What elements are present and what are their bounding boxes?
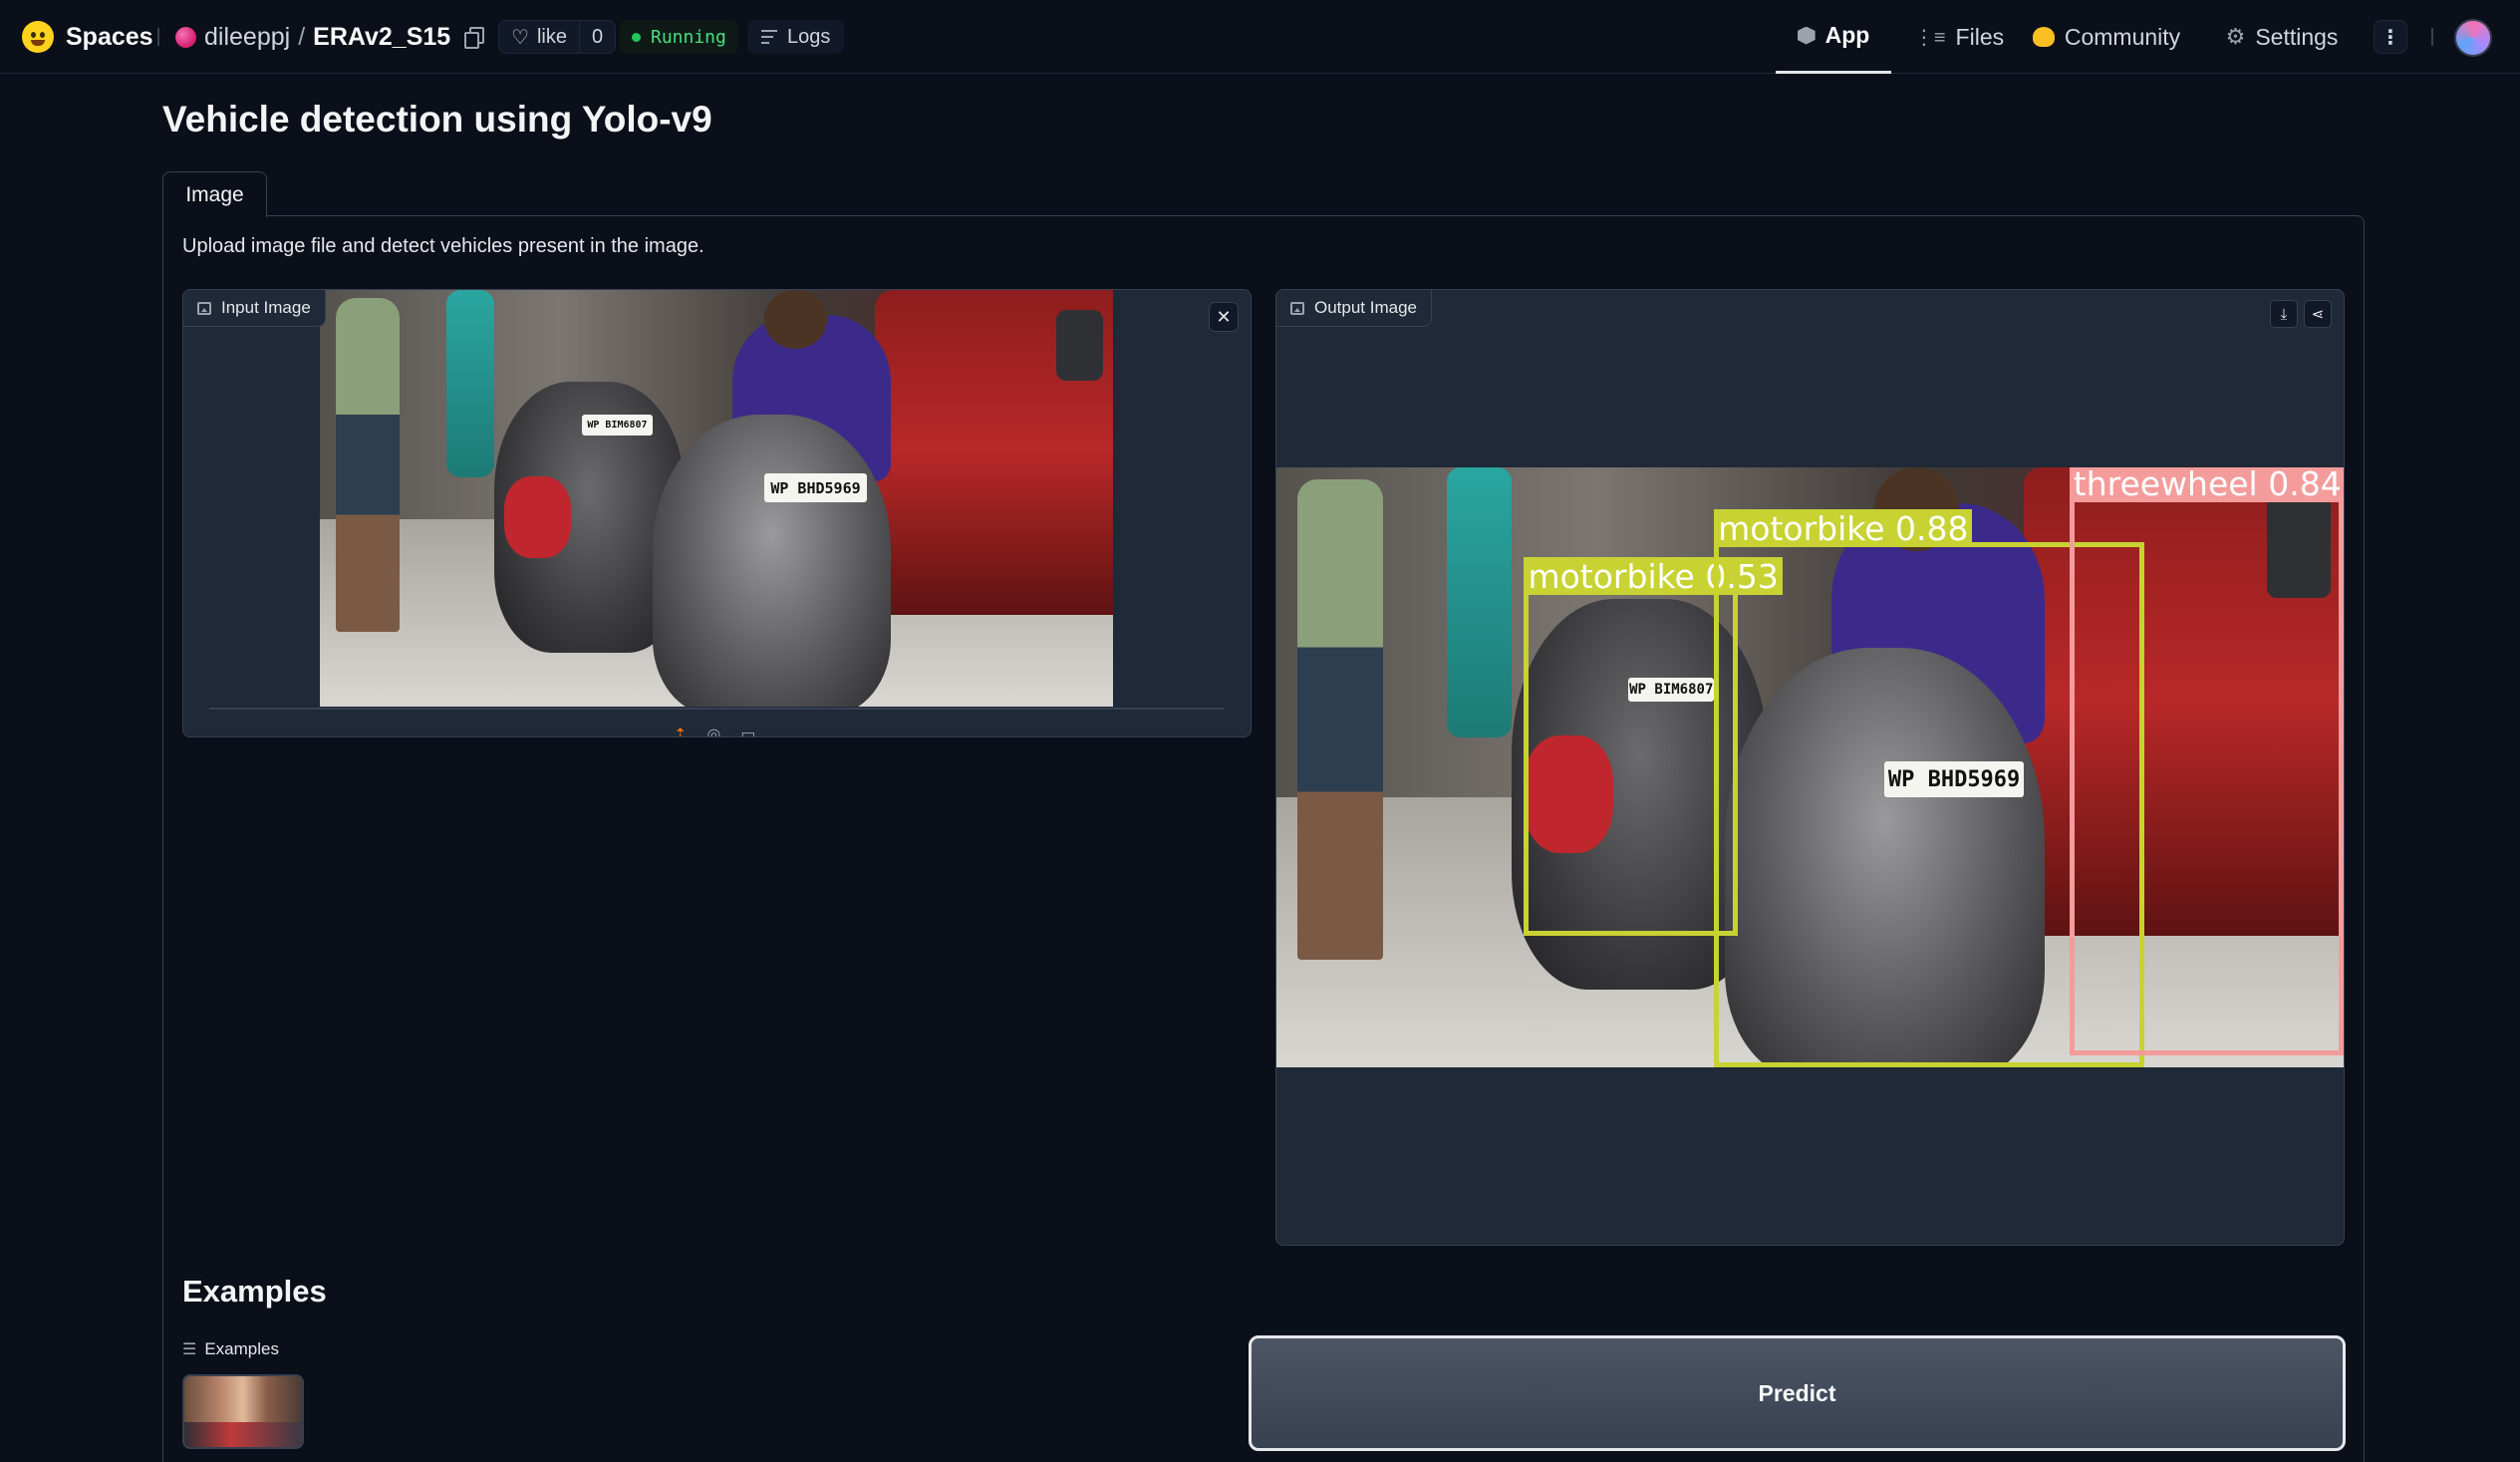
output-image-preview: WP BHD5969 WP BIM6807 motorbike 0.53 mot…	[1276, 467, 2344, 1067]
tab-community[interactable]: Community	[2027, 0, 2186, 74]
share-icon: ⋖	[2311, 306, 2325, 323]
breadcrumb-separator: /	[298, 22, 306, 51]
cube-icon	[1797, 26, 1816, 45]
examples-label: ☰ Examples	[182, 1339, 279, 1359]
status-badge[interactable]: Running	[620, 20, 738, 54]
like-label: like	[536, 25, 567, 48]
top-navigation-bar: Spaces dileeppj / ERAv2_S15 ♡ like 0 Runn…	[0, 0, 2520, 74]
tab-app-label: App	[1824, 22, 1870, 48]
tab-app[interactable]: App	[1776, 0, 1891, 74]
logs-label: Logs	[787, 25, 831, 48]
tab-community-label: Community	[2064, 23, 2181, 50]
more-icon: ⋮	[2380, 26, 2400, 49]
gear-icon: ⚙	[2225, 24, 2246, 49]
detection-box-motorbike: motorbike 0.53	[1524, 557, 1783, 936]
tab-files-label: Files	[1955, 23, 2005, 50]
status-label: Running	[651, 26, 726, 48]
owner-avatar	[175, 26, 196, 48]
spaces-home-link[interactable]: Spaces	[22, 20, 153, 54]
user-avatar[interactable]	[2454, 19, 2492, 57]
license-plate: WP BHD5969	[763, 472, 868, 503]
status-dot-icon	[632, 32, 641, 42]
detection-label: motorbike 0.88	[1714, 509, 1973, 548]
output-image-label-text: Output Image	[1314, 298, 1418, 317]
divider	[209, 708, 1225, 710]
input-image-label-text: Input Image	[221, 298, 311, 317]
image-icon	[1290, 301, 1304, 315]
output-image-component: Output Image ⤓ ⋖ WP BHD5969 WP BIM6807 m…	[1275, 289, 2345, 1246]
tab-settings-label: Settings	[2255, 23, 2339, 50]
examples-heading: Examples	[182, 1274, 327, 1309]
predict-button[interactable]: Predict	[1249, 1335, 2346, 1451]
download-icon: ⤓	[2280, 305, 2288, 323]
list-icon: ☰	[182, 1341, 197, 1358]
copy-icon[interactable]	[464, 27, 485, 49]
repo-breadcrumb: dileeppj / ERAv2_S15	[175, 20, 485, 54]
input-image-component[interactable]: Input Image ✕ WP BHD5969 WP BIM6807 ⇡ ◎ …	[182, 289, 1252, 737]
like-count: 0	[591, 25, 604, 48]
image-source-toolbar: ⇡ ◎ ▭	[674, 725, 756, 736]
upload-icon[interactable]: ⇡	[674, 725, 687, 736]
tab-settings[interactable]: ⚙ Settings	[2222, 0, 2342, 74]
owner-link[interactable]: dileeppj	[204, 23, 290, 52]
license-plate: WP BIM6807	[581, 415, 654, 437]
clipboard-icon[interactable]: ▭	[740, 725, 755, 736]
description-text: Upload image file and detect vehicles pr…	[182, 235, 704, 257]
example-thumbnail[interactable]	[182, 1374, 304, 1449]
logs-button[interactable]: Logs	[747, 20, 845, 54]
detection-label: threewheel 0.84	[2069, 467, 2344, 503]
space-name-link[interactable]: ERAv2_S15	[313, 23, 450, 52]
tab-files[interactable]: ⋮≡ Files	[1909, 0, 2009, 74]
files-icon: ⋮≡	[1913, 26, 1946, 49]
detection-box-threewheel: threewheel 0.84	[2069, 467, 2344, 1055]
share-button[interactable]: ⋖	[2304, 300, 2332, 328]
page-title: Vehicle detection using Yolo-v9	[162, 99, 712, 140]
examples-label-text: Examples	[204, 1339, 279, 1358]
webcam-icon[interactable]: ◎	[706, 725, 720, 736]
tab-image[interactable]: Image	[162, 171, 267, 217]
image-icon	[197, 301, 211, 315]
close-icon: ✕	[1216, 306, 1232, 327]
divider	[157, 28, 159, 46]
brand-label: Spaces	[66, 22, 153, 51]
input-image-label: Input Image	[183, 290, 326, 327]
divider	[2431, 28, 2433, 46]
like-button[interactable]: ♡ like 0	[498, 20, 617, 54]
clear-image-button[interactable]: ✕	[1209, 302, 1239, 332]
community-icon	[2032, 27, 2055, 47]
heart-icon: ♡	[511, 26, 529, 49]
download-button[interactable]: ⤓	[2270, 300, 2298, 328]
logs-icon	[761, 30, 777, 44]
output-image-label: Output Image	[1276, 290, 1433, 327]
input-image-preview: WP BHD5969 WP BIM6807	[320, 290, 1113, 707]
hugging-face-logo-icon	[22, 21, 54, 53]
more-options-button[interactable]: ⋮	[2374, 20, 2407, 54]
